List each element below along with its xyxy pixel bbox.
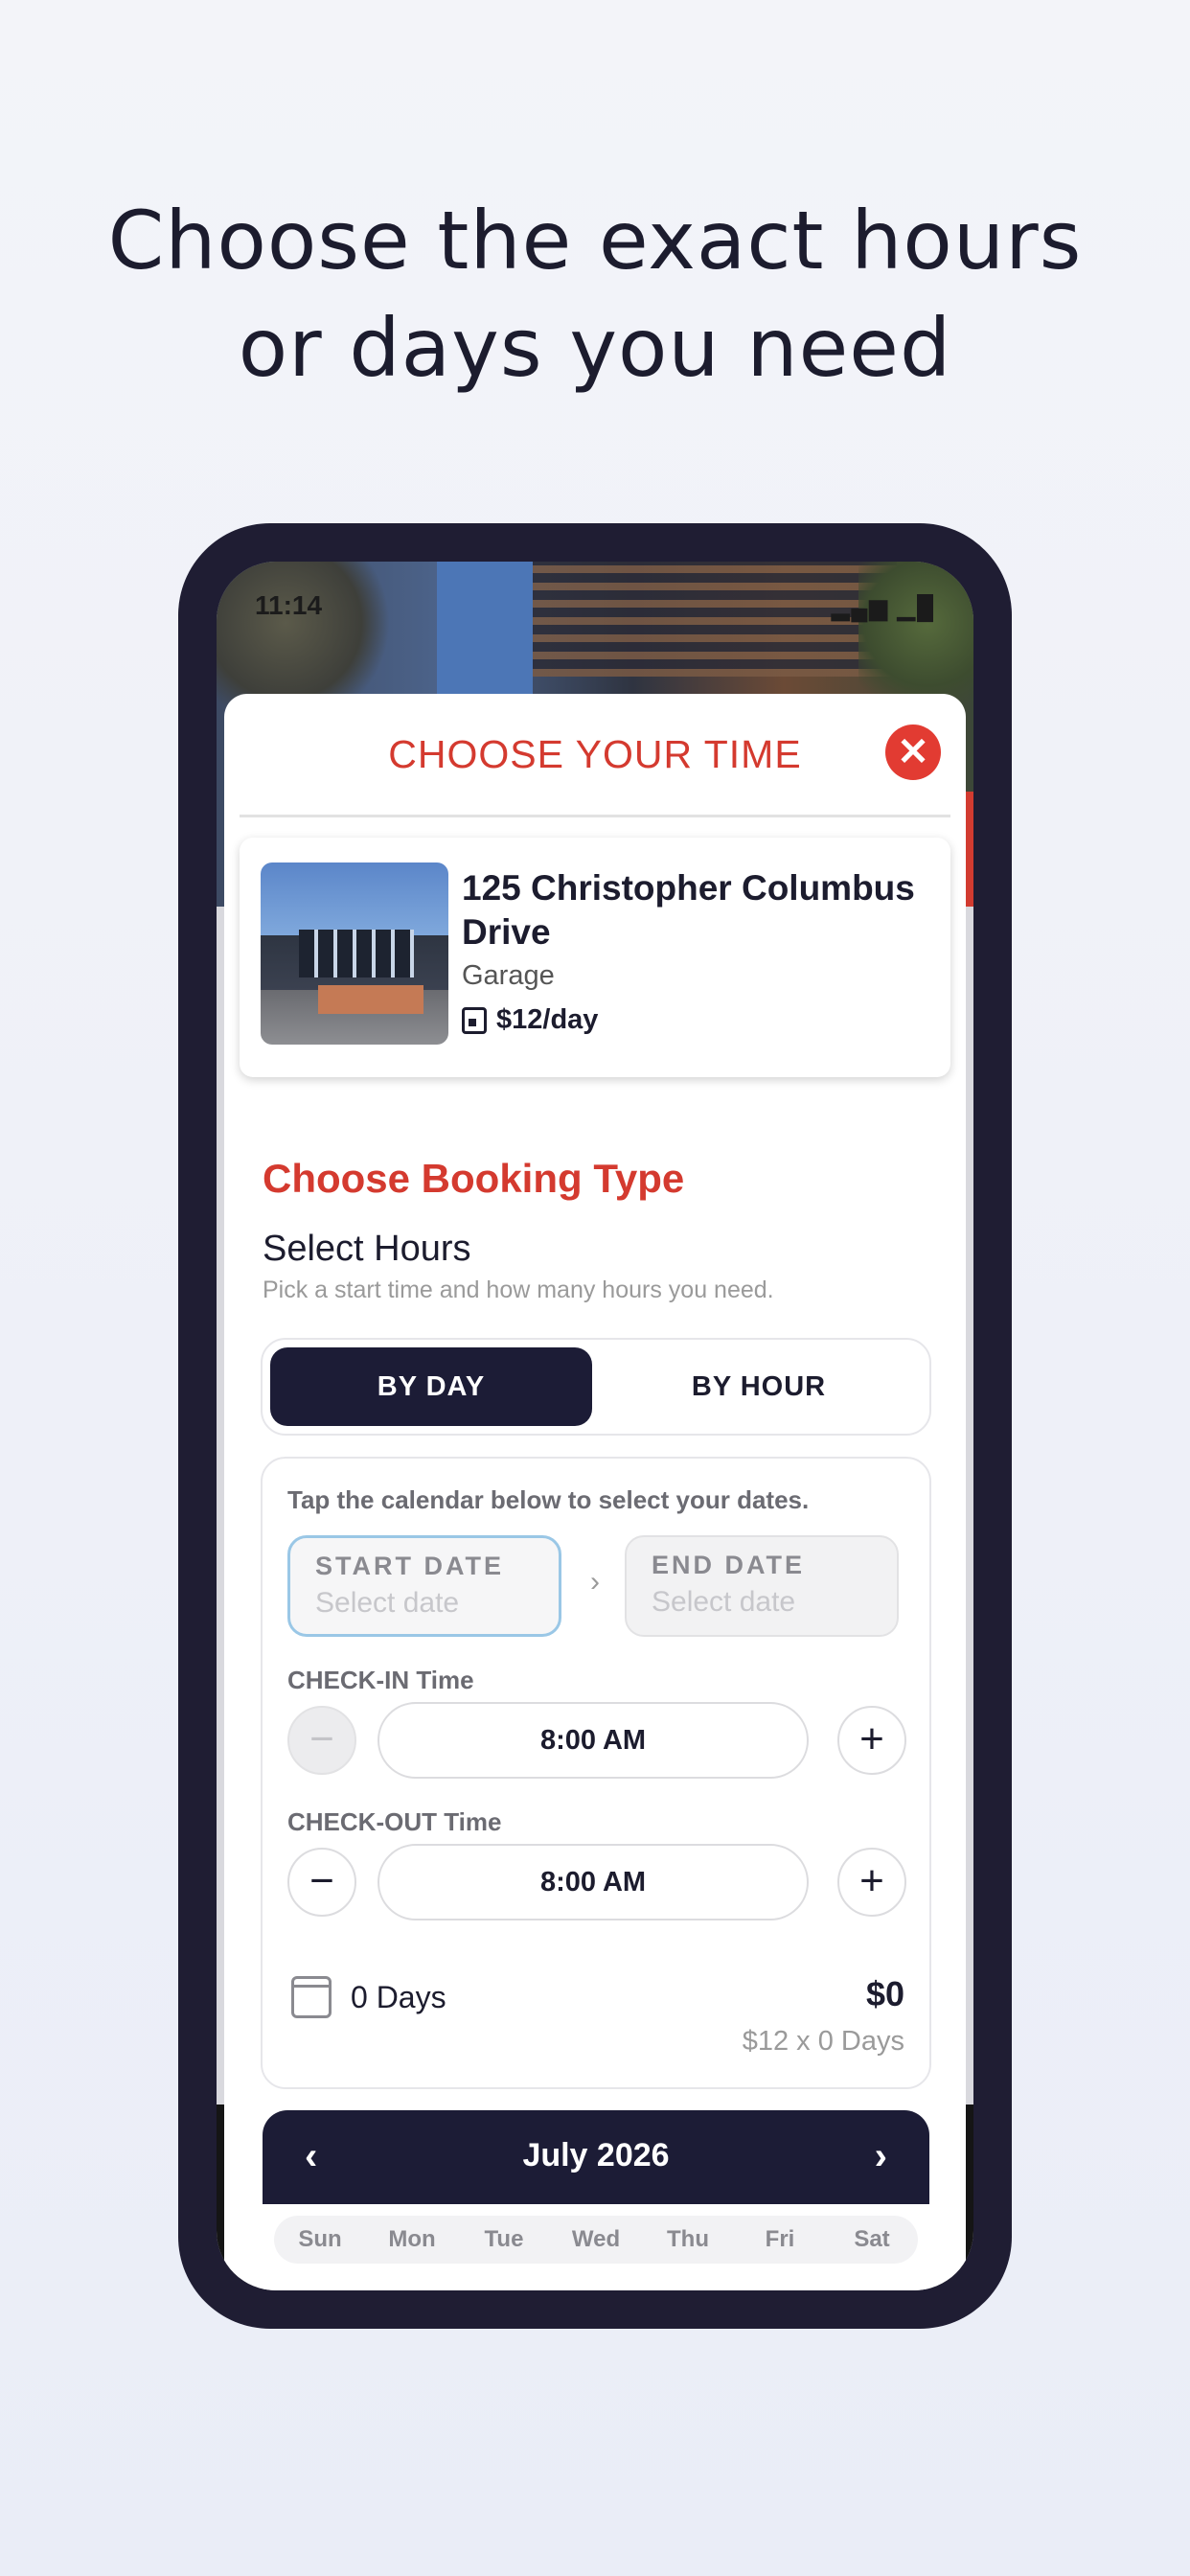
checkin-time-value[interactable]: 8:00 AM: [378, 1702, 809, 1779]
start-date-field[interactable]: START DATE Select date: [287, 1535, 561, 1637]
checkin-decrement-button[interactable]: −: [287, 1706, 356, 1775]
calendar-header: ‹ July 2026 ›: [263, 2110, 929, 2204]
weekday-label: Sun: [298, 2226, 342, 2252]
checkout-increment-button[interactable]: +: [837, 1848, 906, 1917]
end-date-field[interactable]: END DATE Select date: [625, 1535, 899, 1637]
checkout-time-value[interactable]: 8:00 AM: [378, 1844, 809, 1920]
weekday-label: Fri: [765, 2226, 795, 2252]
booking-type-toggle: BY DAY BY HOUR: [261, 1338, 931, 1436]
listing-card[interactable]: 125 Christopher Columbus Drive Garage $1…: [240, 838, 950, 1077]
close-button[interactable]: ✕: [885, 724, 941, 780]
listing-type: Garage: [462, 960, 555, 991]
checkin-increment-button[interactable]: +: [837, 1706, 906, 1775]
checkout-label: CHECK-OUT Time: [287, 1807, 502, 1836]
start-date-value: Select date: [315, 1587, 460, 1619]
headline-line-1: Choose the exact hours: [107, 194, 1083, 288]
listing-name: 125 Christopher Columbus Drive: [462, 868, 915, 952]
select-hours-subheading: Pick a start time and how many hours you…: [263, 1276, 774, 1303]
end-date-label: END DATE: [652, 1551, 806, 1579]
calendar-month: July 2026: [522, 2137, 670, 2174]
date-time-card: Tap the calendar below to select your da…: [261, 1457, 931, 2089]
checkout-decrement-button[interactable]: −: [287, 1848, 356, 1917]
checkin-label: CHECK-IN Time: [287, 1666, 474, 1694]
weekday-label: Tue: [484, 2226, 524, 2252]
calendar-icon: [462, 1006, 487, 1034]
end-date-value: Select date: [652, 1586, 796, 1618]
booking-section-title: Choose Booking Type: [263, 1156, 685, 1201]
divider: [240, 815, 950, 817]
headline-line-2: or days you need: [238, 301, 952, 395]
chevron-right-icon[interactable]: ›: [875, 2135, 887, 2178]
booking-sheet: CHOOSE YOUR TIME ✕ 125 Christopher Colum…: [224, 694, 966, 2290]
start-date-label: START DATE: [315, 1552, 504, 1580]
listing-price: $12/day: [496, 1004, 599, 1035]
by-hour-tab[interactable]: BY HOUR: [598, 1347, 920, 1426]
total-price: $0: [865, 1974, 904, 2013]
weekday-label: Wed: [571, 2226, 621, 2252]
by-day-tab[interactable]: BY DAY: [270, 1347, 592, 1426]
headline: Choose the exact hours or days you need: [0, 187, 1190, 402]
select-hours-heading: Select Hours: [263, 1229, 471, 1269]
phone-screen: 11:14 ▂▄▆ ▁█ CHOOSE YOUR TIME ✕ 125 Chri…: [217, 562, 973, 2290]
weekday-label: Thu: [667, 2226, 709, 2252]
status-time: 11:14: [255, 590, 323, 620]
duration-days: 0 Days: [351, 1980, 446, 2014]
weekday-row: Sun Mon Tue Wed Thu Fri Sat: [274, 2216, 918, 2264]
sheet-title: CHOOSE YOUR TIME: [388, 732, 802, 776]
status-icons: ▂▄▆ ▁█: [831, 595, 935, 621]
weekday-label: Sat: [854, 2226, 890, 2252]
price-calculation: $12 x 0 Days: [742, 2026, 904, 2057]
calendar-icon: [291, 1976, 332, 2018]
calendar-widget: ‹ July 2026 › Sun Mon Tue Wed Thu Fri Sa…: [263, 2110, 929, 2290]
listing-photo: [261, 862, 448, 1045]
phone-frame: 11:14 ▂▄▆ ▁█ CHOOSE YOUR TIME ✕ 125 Chri…: [178, 523, 1012, 2329]
listing-price-row: $12/day: [462, 1004, 598, 1036]
chevron-right-icon: ›: [590, 1566, 600, 1598]
calendar-hint: Tap the calendar below to select your da…: [287, 1485, 810, 1514]
weekday-label: Mon: [388, 2226, 436, 2252]
